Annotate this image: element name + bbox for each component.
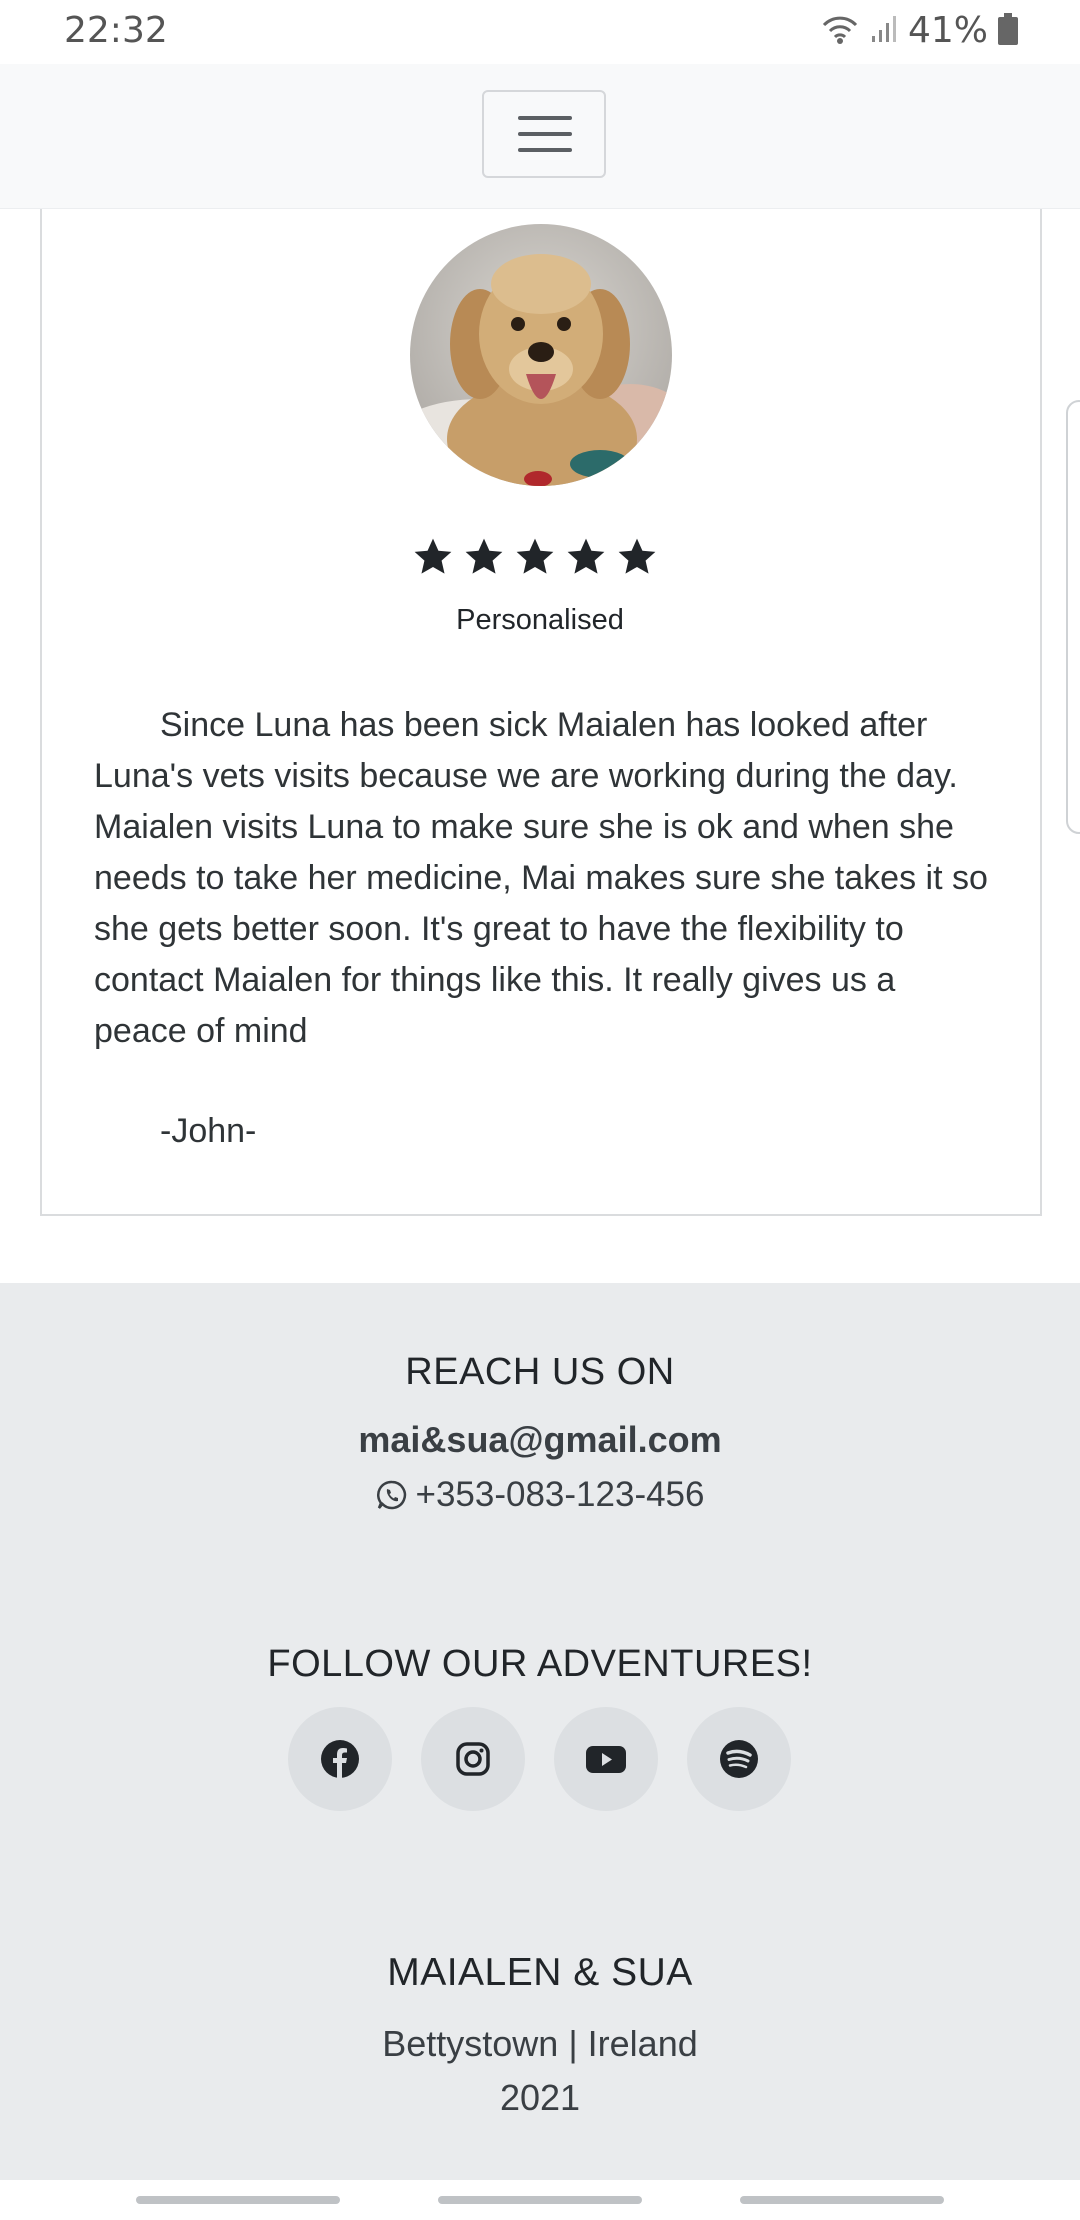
back-button[interactable] bbox=[740, 2196, 944, 2204]
rating-stars bbox=[412, 536, 658, 578]
battery-percent: 41% bbox=[907, 10, 988, 51]
hamburger-icon bbox=[518, 116, 572, 120]
facebook-button[interactable] bbox=[288, 1707, 392, 1811]
reach-us-heading: REACH US ON bbox=[405, 1351, 675, 1393]
battery-icon bbox=[998, 12, 1018, 49]
testimonial-text: Since Luna has been sick Maialen has loo… bbox=[94, 706, 988, 1050]
social-links bbox=[288, 1707, 791, 1811]
star-icon bbox=[465, 538, 503, 574]
youtube-button[interactable] bbox=[554, 1707, 658, 1811]
dog-avatar bbox=[410, 224, 672, 486]
signal-icon bbox=[870, 14, 898, 48]
follow-heading: FOLLOW OUR ADVENTURES! bbox=[267, 1643, 813, 1685]
star-icon bbox=[516, 538, 554, 574]
email-link[interactable]: mai&sua@gmail.com bbox=[0, 1419, 1080, 1461]
testimonial-author: -John- bbox=[160, 1112, 257, 1150]
carousel-next-handle[interactable] bbox=[1066, 400, 1080, 834]
copyright-year: 2021 bbox=[499, 2077, 581, 2118]
system-nav-bar bbox=[0, 2180, 1080, 2220]
star-icon bbox=[567, 538, 605, 574]
phone-number: +353-083-123-456 bbox=[415, 1475, 705, 1514]
hamburger-line bbox=[518, 148, 572, 152]
star-icon bbox=[618, 538, 656, 574]
brand-name: MAIALEN & SUA bbox=[387, 1951, 693, 1994]
menu-toggle-button[interactable] bbox=[482, 90, 606, 178]
wifi-icon bbox=[820, 13, 860, 49]
status-icons: 41% bbox=[820, 10, 1018, 51]
status-time: 22:32 bbox=[64, 10, 168, 51]
star-icon bbox=[414, 538, 452, 574]
spotify-button[interactable] bbox=[687, 1707, 791, 1811]
facebook-icon bbox=[321, 1740, 359, 1778]
phone-link[interactable]: +353-083-123-456 bbox=[0, 1475, 1080, 1515]
hamburger-line bbox=[518, 132, 572, 136]
status-bar: 22:32 41% bbox=[0, 0, 1080, 64]
instagram-button[interactable] bbox=[421, 1707, 525, 1811]
footer: REACH US ON mai&sua@gmail.com +353-083-1… bbox=[0, 1283, 1080, 2180]
rating-label: Personalised bbox=[456, 604, 624, 636]
instagram-icon bbox=[456, 1742, 490, 1776]
home-button[interactable] bbox=[438, 2196, 642, 2204]
whatsapp-icon bbox=[376, 1480, 406, 1510]
youtube-icon bbox=[586, 1746, 626, 1773]
navbar bbox=[0, 64, 1080, 209]
location: Bettystown | Ireland bbox=[382, 2023, 698, 2064]
recents-button[interactable] bbox=[136, 2196, 340, 2204]
spotify-icon bbox=[720, 1740, 758, 1778]
